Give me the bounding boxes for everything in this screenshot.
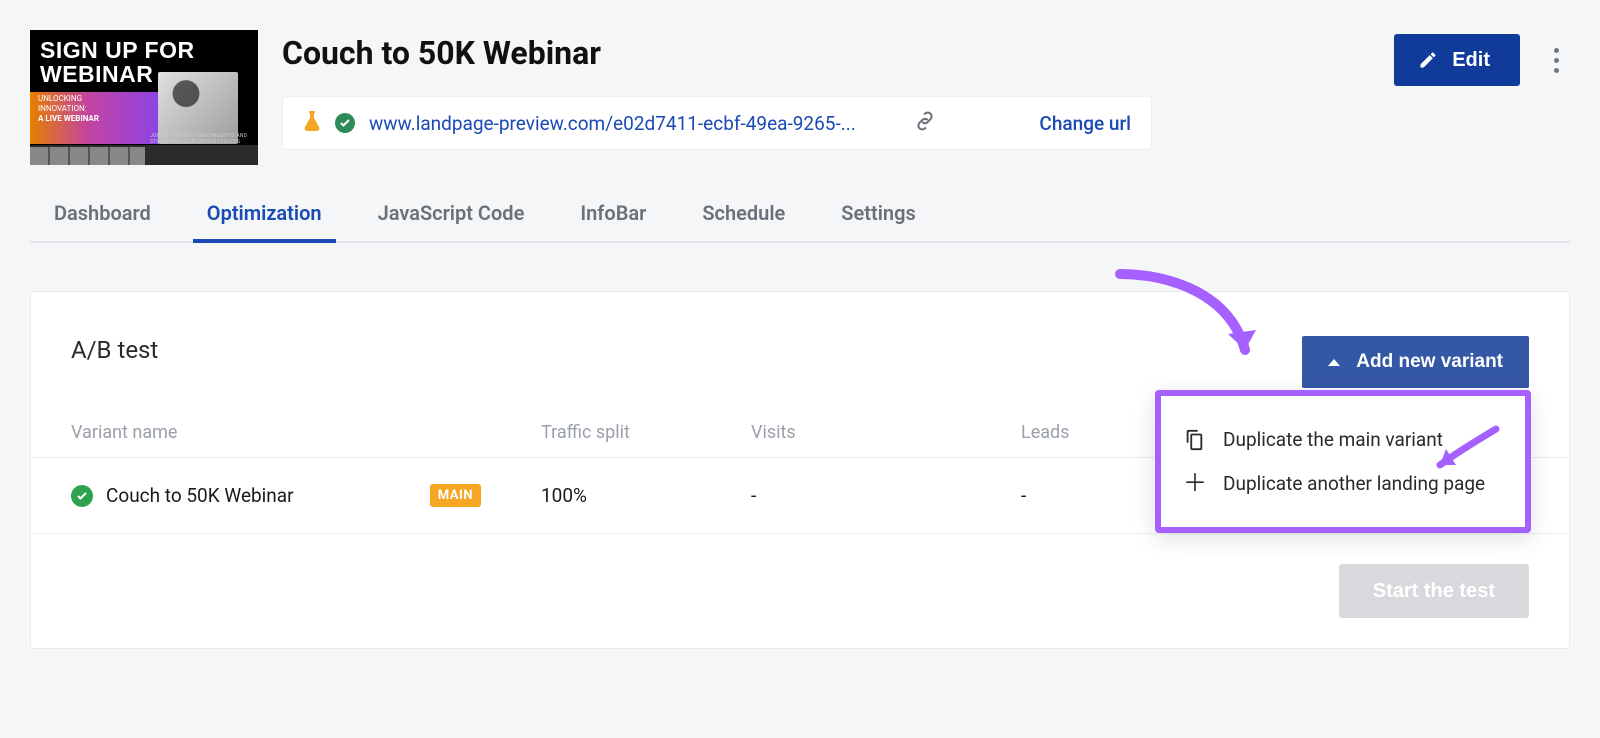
header-main: Couch to 50K Webinar www.landpage-previe… — [282, 30, 1370, 150]
start-test-button[interactable]: Start the test — [1339, 564, 1529, 618]
variant-cell: Couch to 50K Webinar MAIN — [71, 484, 541, 507]
card-title: A/B test — [71, 336, 158, 364]
tabs: Dashboard Optimization JavaScript Code I… — [30, 201, 1570, 243]
annotation-arrow-icon — [1110, 264, 1270, 384]
thumbnail-filmstrip — [30, 147, 145, 165]
status-check-icon — [335, 113, 355, 133]
visits-cell: - — [751, 484, 1021, 507]
plus-icon: ＋ — [1183, 471, 1205, 495]
page-header: SIGN UP FOR WEBINAR UNLOCKING INNOVATION… — [0, 0, 1600, 165]
add-variant-button[interactable]: Add new variant — [1302, 336, 1529, 388]
url-bar: www.landpage-preview.com/e02d7411-ecbf-4… — [282, 96, 1152, 150]
header-actions: Edit — [1394, 30, 1570, 86]
tab-optimization[interactable]: Optimization — [207, 201, 322, 241]
tab-schedule[interactable]: Schedule — [702, 201, 785, 241]
edit-button-label: Edit — [1452, 49, 1490, 72]
flask-icon — [303, 111, 321, 136]
thumbnail-subhead: UNLOCKING INNOVATION: A LIVE WEBINAR — [38, 94, 99, 124]
page-title: Couch to 50K Webinar — [282, 34, 1370, 72]
main-badge: MAIN — [430, 484, 481, 507]
more-menu-button[interactable] — [1542, 40, 1570, 80]
pencil-icon — [1418, 50, 1438, 70]
edit-button[interactable]: Edit — [1394, 34, 1520, 86]
tab-settings[interactable]: Settings — [841, 201, 915, 241]
change-url-link[interactable]: Change url — [1039, 112, 1131, 135]
copy-icon — [1183, 429, 1205, 451]
tab-infobar[interactable]: InfoBar — [580, 201, 646, 241]
split-cell: 100% — [541, 484, 751, 507]
col-variant: Variant name — [71, 422, 541, 443]
tab-dashboard[interactable]: Dashboard — [54, 201, 151, 241]
thumbnail-caption: JOIN US FOR EXCLUSIVE INSIGHTS AND STRAT… — [150, 133, 258, 145]
col-split: Traffic split — [541, 422, 751, 443]
tab-javascript[interactable]: JavaScript Code — [378, 201, 525, 241]
col-visits: Visits — [751, 422, 1021, 443]
link-icon[interactable] — [914, 110, 936, 136]
duplicate-main-label: Duplicate the main variant — [1223, 428, 1443, 451]
caret-up-icon — [1328, 359, 1340, 366]
preview-url-link[interactable]: www.landpage-preview.com/e02d7411-ecbf-4… — [369, 112, 856, 135]
page-thumbnail[interactable]: SIGN UP FOR WEBINAR UNLOCKING INNOVATION… — [30, 30, 258, 165]
add-variant-label: Add new variant — [1356, 351, 1503, 373]
annotation-arrow-icon — [1426, 423, 1506, 483]
variant-name-text: Couch to 50K Webinar — [106, 484, 294, 507]
ab-test-card: A/B test Add new variant Duplicate the m… — [30, 291, 1570, 649]
status-check-icon — [71, 485, 93, 507]
